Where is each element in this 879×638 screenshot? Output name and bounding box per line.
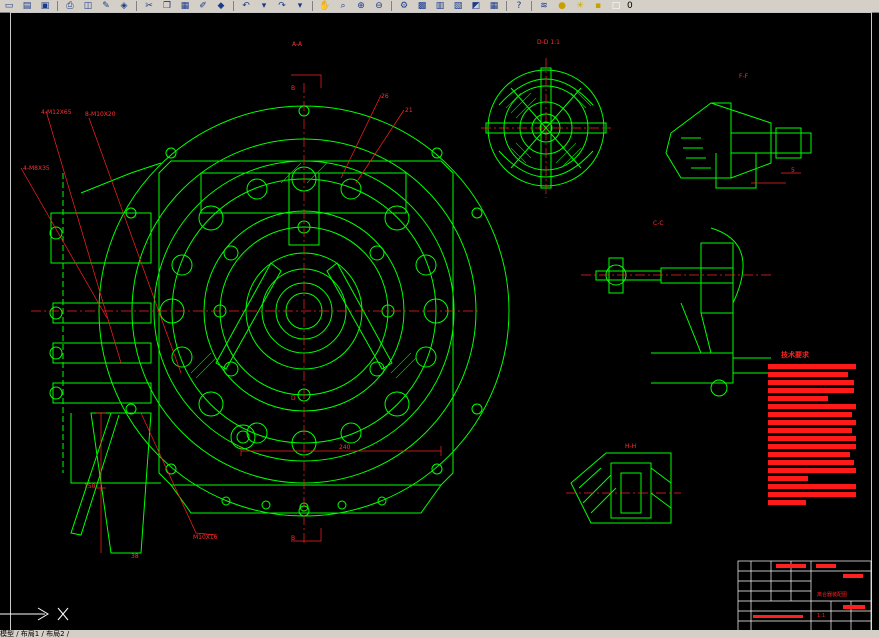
save-icon[interactable]: ▣ bbox=[37, 1, 53, 12]
undo-icon[interactable]: ↶ bbox=[238, 1, 254, 12]
callout-part-5: 5 bbox=[791, 167, 795, 174]
pan-icon[interactable]: ✋ bbox=[317, 1, 333, 12]
layer-manager-icon[interactable]: ≋ bbox=[536, 1, 552, 12]
layout-tabs[interactable]: 模型 / 布局1 / 布局2 / bbox=[0, 630, 879, 638]
view-label-section-hh: H-H bbox=[625, 443, 637, 450]
calc-icon[interactable]: ▦ bbox=[486, 1, 502, 12]
ucs-axis-icon bbox=[0, 607, 69, 621]
callout-part-21: 21 bbox=[405, 107, 413, 114]
layer-color-icon[interactable]: □ bbox=[608, 1, 624, 12]
toolbar-separator bbox=[233, 1, 234, 11]
redo-icon[interactable]: ↷ bbox=[274, 1, 290, 12]
callout-bolt-m8: 4-M8X35 bbox=[23, 165, 50, 172]
cad-geometry bbox=[20, 58, 872, 632]
bulb-icon[interactable]: ● bbox=[554, 1, 570, 12]
dimension-240: 240 bbox=[339, 444, 351, 451]
view-label-section-dd: D-D 1:1 bbox=[537, 39, 560, 46]
layout-tabs-label[interactable]: 模型 / 布局1 / 布局2 / bbox=[0, 630, 69, 638]
print-icon[interactable]: ⎙ bbox=[62, 1, 78, 12]
callout-bolt-m12: 4-M12X65 bbox=[41, 109, 72, 116]
open-icon[interactable]: ▤ bbox=[19, 1, 35, 12]
copy-icon[interactable]: ❐ bbox=[159, 1, 175, 12]
toolbar-separator bbox=[57, 1, 58, 11]
section-cc-bell bbox=[710, 227, 744, 358]
view-label-section-ff: F-F bbox=[739, 73, 749, 80]
preview-icon[interactable]: ◫ bbox=[80, 1, 96, 12]
match-properties-icon[interactable]: ✐ bbox=[195, 1, 211, 12]
undo-dropdown-icon[interactable]: ▾ bbox=[256, 1, 272, 12]
tech-requirements-text bbox=[768, 364, 856, 508]
callout-bolt-m10x16: M10X16 bbox=[193, 534, 218, 541]
title-block-scale: 1:1 bbox=[817, 613, 826, 619]
design-center-icon[interactable]: ▩ bbox=[414, 1, 430, 12]
section-ff-body bbox=[665, 102, 732, 179]
sheet-set-icon[interactable]: ▧ bbox=[450, 1, 466, 12]
zoom-previous-icon[interactable]: ⊖ bbox=[371, 1, 387, 12]
callout-part-26: 26 bbox=[381, 93, 389, 100]
tech-requirements-title: 技术要求 bbox=[781, 351, 809, 359]
title-block-frame bbox=[737, 560, 872, 632]
plot-icon[interactable]: ◈ bbox=[116, 1, 132, 12]
view-label-section-cc: C-C bbox=[653, 220, 664, 227]
dimension-150: 150 bbox=[84, 483, 96, 490]
cut-mark-b-top: B bbox=[291, 85, 296, 92]
cut-icon[interactable]: ✂ bbox=[141, 1, 157, 12]
redo-dropdown-icon[interactable]: ▾ bbox=[292, 1, 308, 12]
pin-lower bbox=[52, 382, 152, 404]
help-icon[interactable]: ? bbox=[511, 1, 527, 12]
drawing-canvas[interactable]: A-A D-D 1:1 F-F C-C H-H B B D 4-M12X65 8… bbox=[10, 12, 872, 632]
zoom-window-icon[interactable]: ⊕ bbox=[353, 1, 369, 12]
block-editor-icon[interactable]: ◆ bbox=[213, 1, 229, 12]
pin-upper bbox=[52, 302, 152, 324]
zoom-realtime-icon[interactable]: ⌕ bbox=[335, 1, 351, 12]
callout-bolt-m10: 8-M10X20 bbox=[85, 111, 116, 118]
paste-icon[interactable]: ▦ bbox=[177, 1, 193, 12]
view-label-section-aa: A-A bbox=[292, 41, 303, 48]
toolbar-separator bbox=[136, 1, 137, 11]
current-layer[interactable]: 0 bbox=[627, 1, 633, 11]
markup-icon[interactable]: ◩ bbox=[468, 1, 484, 12]
title-block-drawing-name: 离合器装配图 bbox=[817, 592, 848, 598]
callout-part-38: 38 bbox=[131, 553, 139, 560]
toolbar-separator bbox=[506, 1, 507, 11]
cut-mark-d: D bbox=[291, 395, 296, 402]
tool-palette-icon[interactable]: ▥ bbox=[432, 1, 448, 12]
sun-icon[interactable]: ☀ bbox=[572, 1, 588, 12]
lever-bracket bbox=[50, 212, 152, 264]
properties-icon[interactable]: ⚙ bbox=[396, 1, 412, 12]
toolbar-separator bbox=[312, 1, 313, 11]
toolbar-separator bbox=[531, 1, 532, 11]
new-icon[interactable]: ▭ bbox=[1, 1, 17, 12]
cut-mark-b-bottom: B bbox=[291, 535, 296, 542]
publish-icon[interactable]: ✎ bbox=[98, 1, 114, 12]
toolbar-separator bbox=[391, 1, 392, 11]
lock-icon[interactable]: ▪ bbox=[590, 1, 606, 12]
